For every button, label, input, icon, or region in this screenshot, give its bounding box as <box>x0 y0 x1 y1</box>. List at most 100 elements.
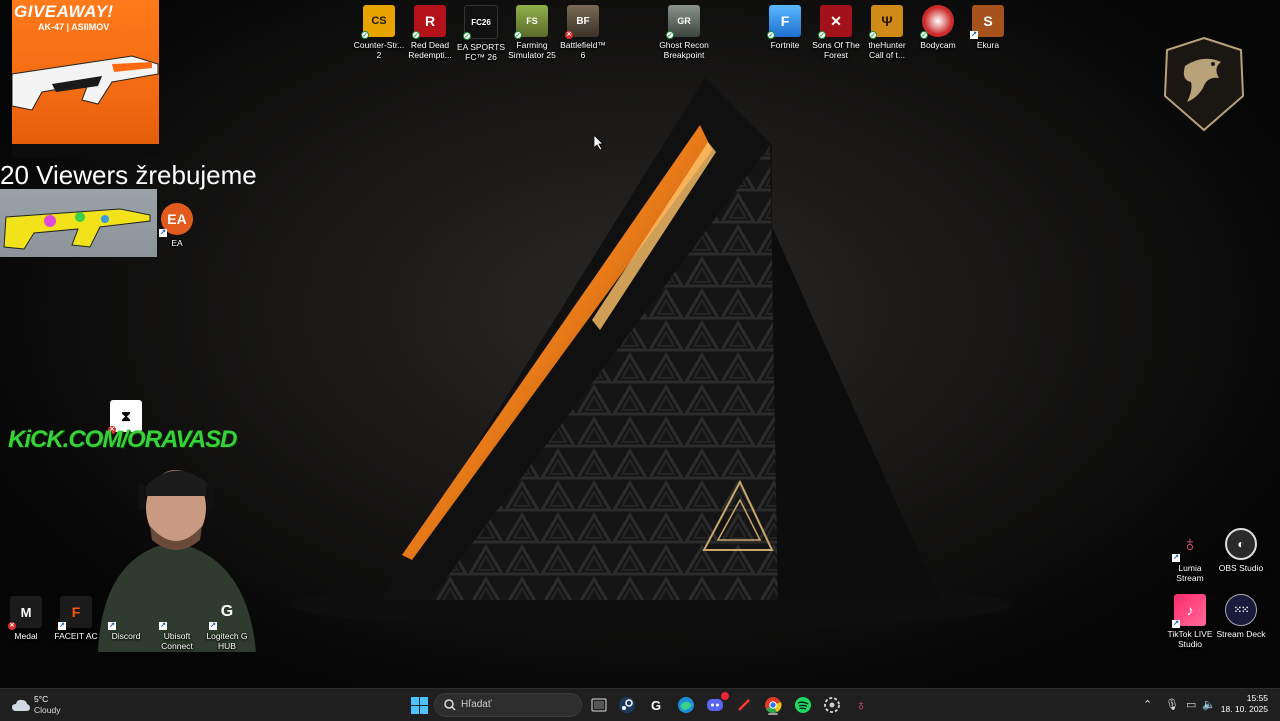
synced-check-icon: ✓ <box>514 31 522 39</box>
shortcut-arrow-icon: ↗ <box>970 31 978 39</box>
desktop-icon-counter-strike-2[interactable]: CS ✓ Counter-Str... 2 <box>353 5 405 60</box>
taskbar-epic-games[interactable]: G <box>645 694 667 716</box>
desktop-icon-battlefield-6[interactable]: BF ✕ Battlefield™ 6 <box>557 5 609 60</box>
edge-icon <box>678 697 694 713</box>
medal-icon: M ✕ <box>8 596 42 630</box>
task-view-icon <box>591 698 607 712</box>
msi-dragon-logo <box>1163 36 1245 132</box>
icon-label: Lumia Stream <box>1176 563 1204 583</box>
icon-label: FACEIT AC <box>54 631 98 641</box>
logitech-g-icon: G ↗ <box>209 603 234 630</box>
desktop-icon-ekura[interactable]: S ↗ Ekura <box>962 5 1014 50</box>
faceit-icon: F ↗ <box>58 596 92 630</box>
desktop-icon-discord[interactable]: ↗ Discord <box>100 596 152 641</box>
cloud-icon <box>12 699 30 711</box>
icon-label: theHunter Call of t... <box>868 40 906 60</box>
taskbar-lumia[interactable]: ♁ <box>850 694 872 716</box>
lumia-stream-icon: ♁ ↗ <box>1172 531 1199 562</box>
active-indicator <box>768 713 778 715</box>
synced-check-icon: ✓ <box>818 31 826 39</box>
icon-label: Fortnite <box>770 40 800 50</box>
ea-sports-fc-icon: FC26 ✓ <box>463 5 498 40</box>
clock-time: 15:55 <box>1246 693 1268 703</box>
desktop[interactable]: CS ✓ Counter-Str... 2 R ✓ Red Dead Redem… <box>0 0 1280 688</box>
shortcut-arrow-icon: ↗ <box>1172 554 1180 562</box>
shortcut-arrow-icon: ↗ <box>159 622 167 630</box>
icon-label: Stream Deck <box>1216 629 1266 639</box>
giveaway-item: AK-47 | ASIIMOV <box>38 22 110 32</box>
chrome-icon <box>765 697 782 714</box>
desktop-icon-sons-of-the-forest[interactable]: ✕ ✓ Sons Of The Forest <box>810 5 862 60</box>
spotify-icon <box>795 697 811 713</box>
desktop-icon-ea-sports-fc-26[interactable]: FC26 ✓ EA SPORTS FC™ 26 <box>455 5 507 62</box>
giveaway-title: GIVEAWAY! <box>14 2 114 21</box>
search-placeholder: Hľadať <box>461 699 492 710</box>
search-box[interactable]: Hľadať <box>434 693 582 717</box>
synced-check-icon: ✓ <box>463 32 471 40</box>
desktop-icon-bodycam[interactable]: ✓ Bodycam <box>912 5 964 50</box>
desktop-icon-faceit-ac[interactable]: F ↗ FACEIT AC <box>50 596 102 641</box>
synced-check-icon: ✓ <box>767 31 775 39</box>
icon-label: Ghost Recon Breakpoint <box>659 40 709 60</box>
taskbar-task-view[interactable] <box>588 694 610 716</box>
desktop-icon-fortnite[interactable]: F ✓ Fortnite <box>759 5 811 50</box>
obs-icon: ◐ <box>1225 528 1257 560</box>
icon-label: Battlefield™ 6 <box>560 40 606 60</box>
counter-strike-icon: CS ✓ <box>361 5 395 39</box>
icon-label: TikTok LIVE Studio <box>1167 629 1213 649</box>
desktop-icon-logitech-g-hub[interactable]: G ↗ Logitech G HUB <box>201 596 253 651</box>
notification-badge <box>721 692 729 700</box>
taskbar-xsplit[interactable] <box>733 694 755 716</box>
taskbar-chrome[interactable] <box>762 694 784 716</box>
desktop-icon-red-dead-redemption[interactable]: R ✓ Red Dead Redempti... <box>404 5 456 60</box>
desktop-icon-ubisoft-connect[interactable]: ↗ Ubisoft Connect <box>151 596 203 651</box>
lumia-icon: ♁ <box>855 696 867 714</box>
desktop-icon-lumia-stream[interactable]: ♁ ↗ Lumia Stream <box>1164 528 1216 583</box>
desktop-icon-thehunter[interactable]: Ψ ✓ theHunter Call of t... <box>861 5 913 60</box>
shortcut-arrow-icon: ↗ <box>58 622 66 630</box>
taskbar-discord[interactable] <box>704 692 729 716</box>
icon-label: EA <box>171 238 183 248</box>
viewers-giveaway-text: 20 Viewers žrebujeme <box>0 160 257 190</box>
battlefield-icon: BF ✕ <box>565 5 599 39</box>
xsplit-icon <box>736 697 752 713</box>
desktop-icon-ea[interactable]: EA ↗ EA <box>151 203 203 248</box>
taskbar-edge[interactable] <box>675 694 697 716</box>
taskbar-spotify[interactable] <box>792 694 814 716</box>
weather-temp: 5°C <box>34 694 49 704</box>
icon-label: OBS Studio <box>1218 563 1264 573</box>
desktop-icon-tiktok-live-studio[interactable]: ♪ ↗ TikTok LIVE Studio <box>1164 594 1216 649</box>
show-hidden-icons-chevron-icon[interactable]: ⌃ <box>1143 698 1152 711</box>
shortcut-arrow-icon: ↗ <box>108 622 116 630</box>
shortcut-arrow-icon: ↗ <box>209 622 217 630</box>
bodycam-icon: ✓ <box>920 5 954 39</box>
red-dead-redemption-icon: R ✓ <box>412 5 446 39</box>
icon-label: Bodycam <box>920 40 956 50</box>
desktop-icon-ghost-recon-breakpoint[interactable]: GR ✓ Ghost Recon Breakpoint <box>658 5 710 60</box>
windows-icon <box>410 696 428 714</box>
taskbar-steam[interactable] <box>616 694 638 716</box>
desktop-icon-medal[interactable]: M ✕ Medal <box>0 596 52 641</box>
icon-label: Medal <box>14 631 38 641</box>
desktop-icon-obs-studio[interactable]: ◐ OBS Studio <box>1215 528 1267 573</box>
desktop-icon-farming-simulator-25[interactable]: FS ✓ Farming Simulator 25 <box>506 5 558 60</box>
start-button[interactable] <box>408 694 430 716</box>
network-icon[interactable]: ▭ <box>1186 698 1196 711</box>
discord-icon: ↗ <box>108 596 142 630</box>
taskbar: 5°C Cloudy Hľadať G ♁ ⌃ 🎙 ▭ 🔈 15:55 18. … <box>0 688 1280 721</box>
icon-label: Ubisoft Connect <box>161 631 193 651</box>
icon-label: Logitech G HUB <box>206 631 248 651</box>
tiktok-icon: ♪ ↗ <box>1172 594 1206 628</box>
weapon-skin-image <box>0 189 157 257</box>
ea-app-icon: EA ↗ <box>159 203 193 237</box>
volume-icon[interactable]: 🔈 <box>1202 698 1216 711</box>
search-icon <box>444 699 456 711</box>
clock[interactable]: 15:55 18. 10. 2025 <box>1221 693 1268 715</box>
taskbar-steelseries[interactable] <box>821 694 843 716</box>
epic-games-icon: G <box>650 697 662 713</box>
shortcut-arrow-icon: ↗ <box>159 229 167 237</box>
thehunter-icon: Ψ ✓ <box>869 5 903 39</box>
ghost-recon-icon: GR ✓ <box>666 5 700 39</box>
microphone-icon[interactable]: 🎙 <box>1165 698 1179 711</box>
desktop-icon-stream-deck[interactable]: ⁙⁙ Stream Deck <box>1215 594 1267 639</box>
